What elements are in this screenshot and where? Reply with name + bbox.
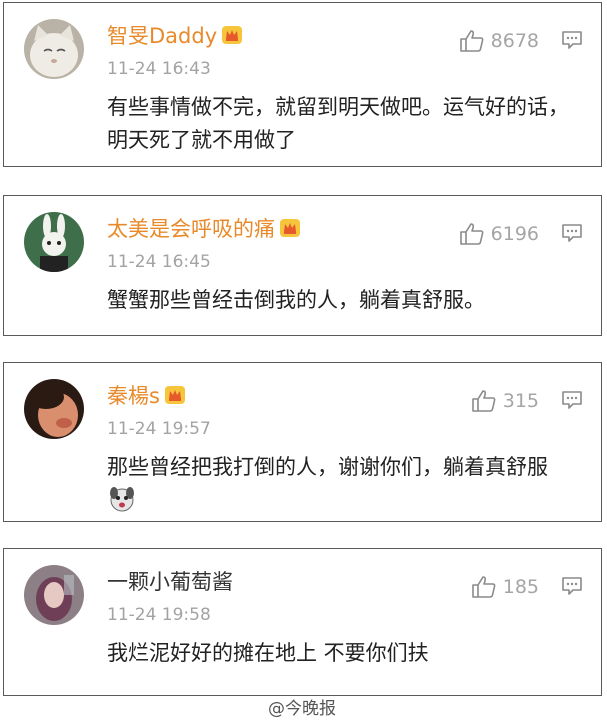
vip-crown-icon xyxy=(222,26,243,44)
comment-text: 有些事情做不完，就留到明天做吧。运气好的话，明天死了就不用做了 xyxy=(107,95,569,152)
comment-text: 我烂泥好好的摊在地上 不要你们扶 xyxy=(107,641,429,665)
comment-text: 蟹蟹那些曾经击倒我的人，躺着真舒服。 xyxy=(107,288,485,312)
comment-card: 智旻Daddy 11-24 16:43 8678 有些事情做不完，就留到明天做吧… xyxy=(3,2,602,167)
like-button[interactable]: 6196 xyxy=(459,222,539,246)
comment-text: 那些曾经把我打倒的人，谢谢你们，躺着真舒服 xyxy=(107,451,573,517)
like-count: 8678 xyxy=(490,30,539,52)
comment-time: 11-24 19:58 xyxy=(107,605,211,625)
username-label[interactable]: 太美是会呼吸的痛 xyxy=(107,217,275,241)
watermark: @今晚报 xyxy=(268,699,336,719)
comment-card: 一颗小葡萄酱 11-24 19:58 185 我烂泥好好的摊在地上 不要你们扶 xyxy=(3,548,602,696)
comment-card: 太美是会呼吸的痛 11-24 16:45 6196 蟹蟹那些曾经击倒我的人，躺着… xyxy=(3,195,602,336)
username[interactable]: 一颗小葡萄酱 xyxy=(107,567,233,597)
rabbit-avatar-icon xyxy=(24,212,84,272)
vip-crown-icon xyxy=(164,386,185,404)
username[interactable]: 智旻Daddy xyxy=(107,21,243,51)
avatar[interactable] xyxy=(24,19,84,79)
thumbs-up-icon xyxy=(459,30,484,52)
girl-avatar-icon xyxy=(24,565,84,625)
username-label[interactable]: 一颗小葡萄酱 xyxy=(107,570,233,594)
like-button[interactable]: 315 xyxy=(471,389,539,413)
avatar[interactable] xyxy=(24,212,84,272)
like-button[interactable]: 185 xyxy=(471,575,539,599)
comment-time: 11-24 16:43 xyxy=(107,59,211,79)
like-button[interactable]: 8678 xyxy=(459,29,539,53)
username-label[interactable]: 智旻Daddy xyxy=(107,24,217,48)
like-count: 6196 xyxy=(490,223,539,245)
comment-time: 11-24 19:57 xyxy=(107,419,211,439)
comment-card: 秦楊s 11-24 19:57 315 那些曾经把我打倒的人，谢谢你们，躺着真舒… xyxy=(3,362,602,522)
comment-time: 11-24 16:45 xyxy=(107,252,211,272)
username[interactable]: 秦楊s xyxy=(107,381,186,411)
person-avatar-icon xyxy=(24,379,84,439)
comment-icon[interactable] xyxy=(561,390,583,410)
username[interactable]: 太美是会呼吸的痛 xyxy=(107,214,301,244)
thumbs-up-icon xyxy=(459,223,484,245)
comment-icon[interactable] xyxy=(561,576,583,596)
like-count: 185 xyxy=(502,576,539,598)
dog-face-emoji-icon xyxy=(110,487,134,512)
username-label[interactable]: 秦楊s xyxy=(107,384,160,408)
comment-text-content: 那些曾经把我打倒的人，谢谢你们，躺着真舒服 xyxy=(107,455,548,479)
white-cat-avatar-icon xyxy=(24,19,84,79)
comment-icon[interactable] xyxy=(561,30,583,50)
comment-icon[interactable] xyxy=(561,223,583,243)
thumbs-up-icon xyxy=(471,576,496,598)
vip-crown-icon xyxy=(280,219,300,237)
thumbs-up-icon xyxy=(471,390,496,412)
avatar[interactable] xyxy=(24,379,84,439)
like-count: 315 xyxy=(502,390,539,412)
avatar[interactable] xyxy=(24,565,84,625)
